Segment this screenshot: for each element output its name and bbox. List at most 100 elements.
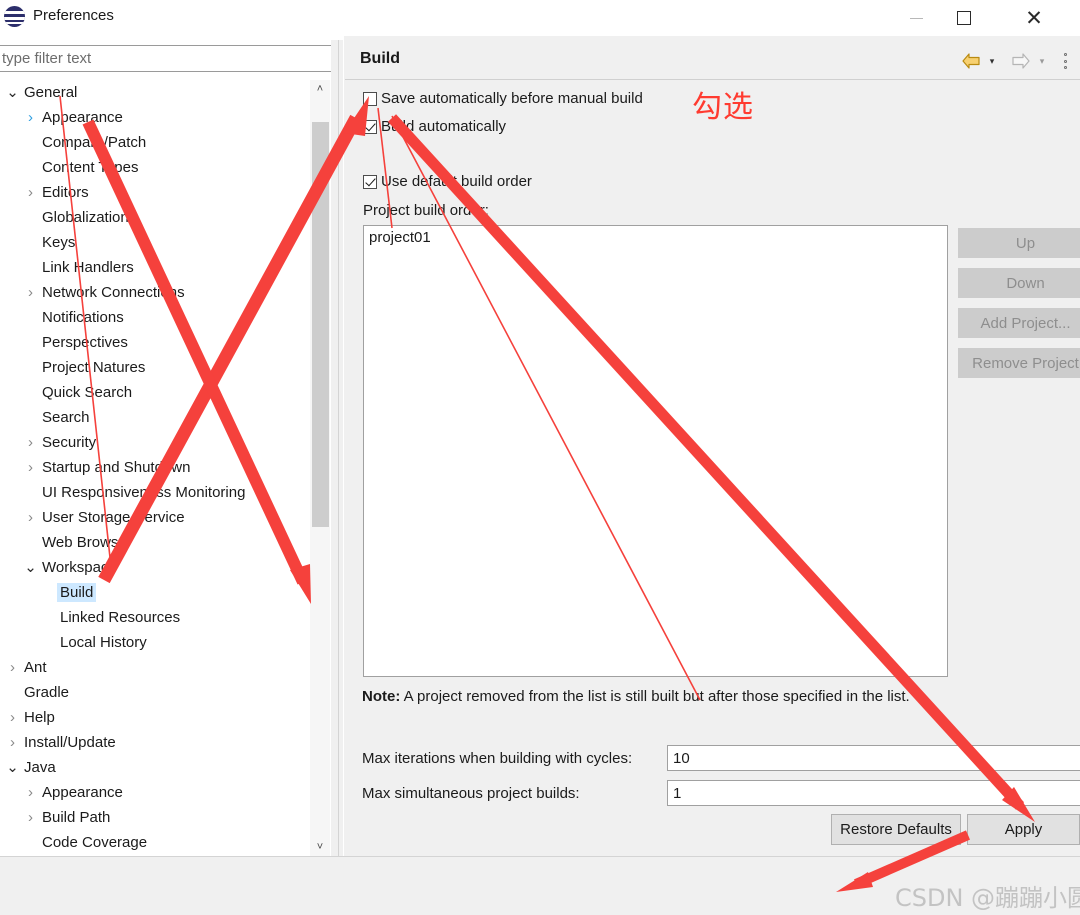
chevron-right-icon[interactable]: › <box>22 784 39 801</box>
remove-project-button[interactable]: Remove Project <box>958 348 1080 378</box>
tree-item-label: Keys <box>42 234 76 251</box>
checkbox-build-automatically[interactable]: Build automatically <box>363 118 506 135</box>
csdn-watermark: CSDN @蹦蹦小圆帽 <box>895 884 1080 912</box>
sidebar-scrollbar[interactable]: ˄ ˅ <box>310 80 330 856</box>
tree-item-security[interactable]: › Security <box>0 430 330 455</box>
chevron-down-icon[interactable]: ⌄ <box>4 760 21 775</box>
max-simultaneous-input[interactable]: 1 <box>667 780 1080 806</box>
tree-item-label: Ant <box>24 659 47 676</box>
checkbox-box <box>363 119 377 134</box>
filter-input[interactable]: type filter text <box>0 45 334 72</box>
chevron-right-icon[interactable]: › <box>22 809 39 826</box>
tree-item-search[interactable]: Search <box>0 405 330 430</box>
tree-item-workspace[interactable]: ⌄ Workspace <box>0 555 330 580</box>
tree-item-java[interactable]: ⌄ Java <box>0 755 330 780</box>
tree-item-code-coverage[interactable]: Code Coverage <box>0 830 330 855</box>
tree-item-gradle[interactable]: Gradle <box>0 680 330 705</box>
tree-item-label: Quick Search <box>42 384 133 401</box>
close-button[interactable]: ✕ <box>1011 0 1057 36</box>
tree-item-startup-and-shutdown[interactable]: › Startup and Shutdown <box>0 455 330 480</box>
tree-item-link-handlers[interactable]: Link Handlers <box>0 255 330 280</box>
move-down-button[interactable]: Down <box>958 268 1080 298</box>
checkbox-label: Save automatically before manual build <box>381 90 643 107</box>
annotation-check-label: 勾选 <box>692 90 754 125</box>
tree-item-label: Network Connections <box>42 284 185 301</box>
tree-item-install-update[interactable]: › Install/Update <box>0 730 330 755</box>
back-arrow-icon[interactable] <box>960 52 982 70</box>
chevron-down-icon[interactable]: ⌄ <box>22 560 39 575</box>
tree-item-label: Appearance <box>42 784 123 801</box>
tree-item-build[interactable]: Build <box>0 580 330 605</box>
scrollbar-thumb[interactable] <box>312 122 329 527</box>
checkbox-use-default-build-order[interactable]: Use default build order <box>363 173 532 190</box>
max-simultaneous-row: Max simultaneous project builds: 1 <box>362 780 1080 806</box>
max-iterations-input[interactable]: 10 <box>667 745 1080 771</box>
apply-button[interactable]: Apply <box>967 814 1080 845</box>
chevron-right-icon[interactable]: › <box>4 734 21 751</box>
restore-defaults-button[interactable]: Restore Defaults <box>831 814 961 845</box>
tree-item-label: Help <box>24 709 55 726</box>
tree-item-ui-responsiveness-monitoring[interactable]: UI Responsiveness Monitoring <box>0 480 330 505</box>
build-order-label: Project build order: <box>363 202 489 219</box>
chevron-right-icon[interactable]: › <box>22 459 39 476</box>
tree-item-label: Code Coverage <box>42 834 148 851</box>
project-build-order-list[interactable]: project01 <box>363 225 948 677</box>
chevron-right-icon[interactable]: › <box>22 434 39 451</box>
maximize-button[interactable] <box>941 0 987 36</box>
tree-item-linked-resources[interactable]: Linked Resources <box>0 605 330 630</box>
tree-item-help[interactable]: › Help <box>0 705 330 730</box>
checkbox-save-automatically[interactable]: Save automatically before manual build <box>363 90 643 107</box>
vertical-dots-icon[interactable] <box>1058 50 1072 72</box>
chevron-right-icon[interactable]: › <box>22 184 39 201</box>
tree-item-editors[interactable]: › Editors <box>0 180 330 205</box>
tree-item-label: Install/Update <box>24 734 116 751</box>
tree-item-label: Perspectives <box>42 334 128 351</box>
forward-arrow-icon <box>1012 53 1030 69</box>
tree-item-notifications[interactable]: Notifications <box>0 305 330 330</box>
chevron-right-icon[interactable]: › <box>4 709 21 726</box>
pane-sash[interactable] <box>331 40 343 856</box>
tree-item-build-path[interactable]: › Build Path <box>0 805 330 830</box>
tree-item-perspectives[interactable]: Perspectives <box>0 330 330 355</box>
note-body: A project removed from the list is still… <box>400 688 910 705</box>
eclipse-logo-icon <box>4 6 25 27</box>
tree-item-label: Build Path <box>42 809 111 826</box>
tree-item-general[interactable]: ⌄ General <box>0 80 330 105</box>
tree-item-keys[interactable]: Keys <box>0 230 330 255</box>
scroll-up-icon[interactable]: ˄ <box>310 80 330 98</box>
tree-item-globalization[interactable]: Globalization <box>0 205 330 230</box>
tree-item-compare-patch[interactable]: Compare/Patch <box>0 130 330 155</box>
chevron-right-icon[interactable]: › <box>22 109 39 126</box>
chevron-right-icon[interactable]: › <box>22 509 39 526</box>
tree-item-content-types[interactable]: Content Types <box>0 155 330 180</box>
tree-item-label: Editors <box>42 184 89 201</box>
preferences-tree[interactable]: ⌄ General › Appearance Compare/Patch Content … <box>0 80 330 856</box>
chevron-right-icon[interactable]: › <box>22 284 39 301</box>
tree-item-ant[interactable]: › Ant <box>0 655 330 680</box>
tree-item-quick-search[interactable]: Quick Search <box>0 380 330 405</box>
tree-item-local-history[interactable]: Local History <box>0 630 330 655</box>
chevron-right-icon[interactable]: › <box>4 659 21 676</box>
scroll-down-icon[interactable]: ˅ <box>310 838 330 856</box>
content-header: Build ▾ ▾ <box>345 40 1080 80</box>
tree-item-label: Java <box>24 759 56 776</box>
max-simultaneous-label: Max simultaneous project builds: <box>362 784 580 802</box>
chevron-down-icon[interactable]: ⌄ <box>4 85 21 100</box>
back-dropdown-caret-icon[interactable]: ▾ <box>986 56 998 66</box>
checkbox-label: Build automatically <box>381 118 507 135</box>
note-prefix: Note: <box>362 688 401 705</box>
move-up-button[interactable]: Up <box>958 228 1080 258</box>
tree-item-appearance[interactable]: › Appearance <box>0 105 330 130</box>
add-project-button[interactable]: Add Project... <box>958 308 1080 338</box>
tree-item-appearance[interactable]: › Appearance <box>0 780 330 805</box>
tree-item-network-connections[interactable]: › Network Connections <box>0 280 330 305</box>
tree-item-project-natures[interactable]: Project Natures <box>0 355 330 380</box>
list-item[interactable]: project01 <box>364 226 947 246</box>
tree-item-web-browser[interactable]: Web Browser <box>0 530 330 555</box>
forward-dropdown-caret-icon[interactable]: ▾ <box>1036 56 1048 66</box>
tree-item-user-storage-service[interactable]: › User Storage Service <box>0 505 330 530</box>
tree-item-label: Notifications <box>42 309 124 326</box>
tree-item-label: Compare/Patch <box>42 134 147 151</box>
preferences-dialog: Preferences ✕ type filter text ⌄ General ›… <box>0 0 1080 915</box>
minimize-button[interactable] <box>893 0 939 36</box>
